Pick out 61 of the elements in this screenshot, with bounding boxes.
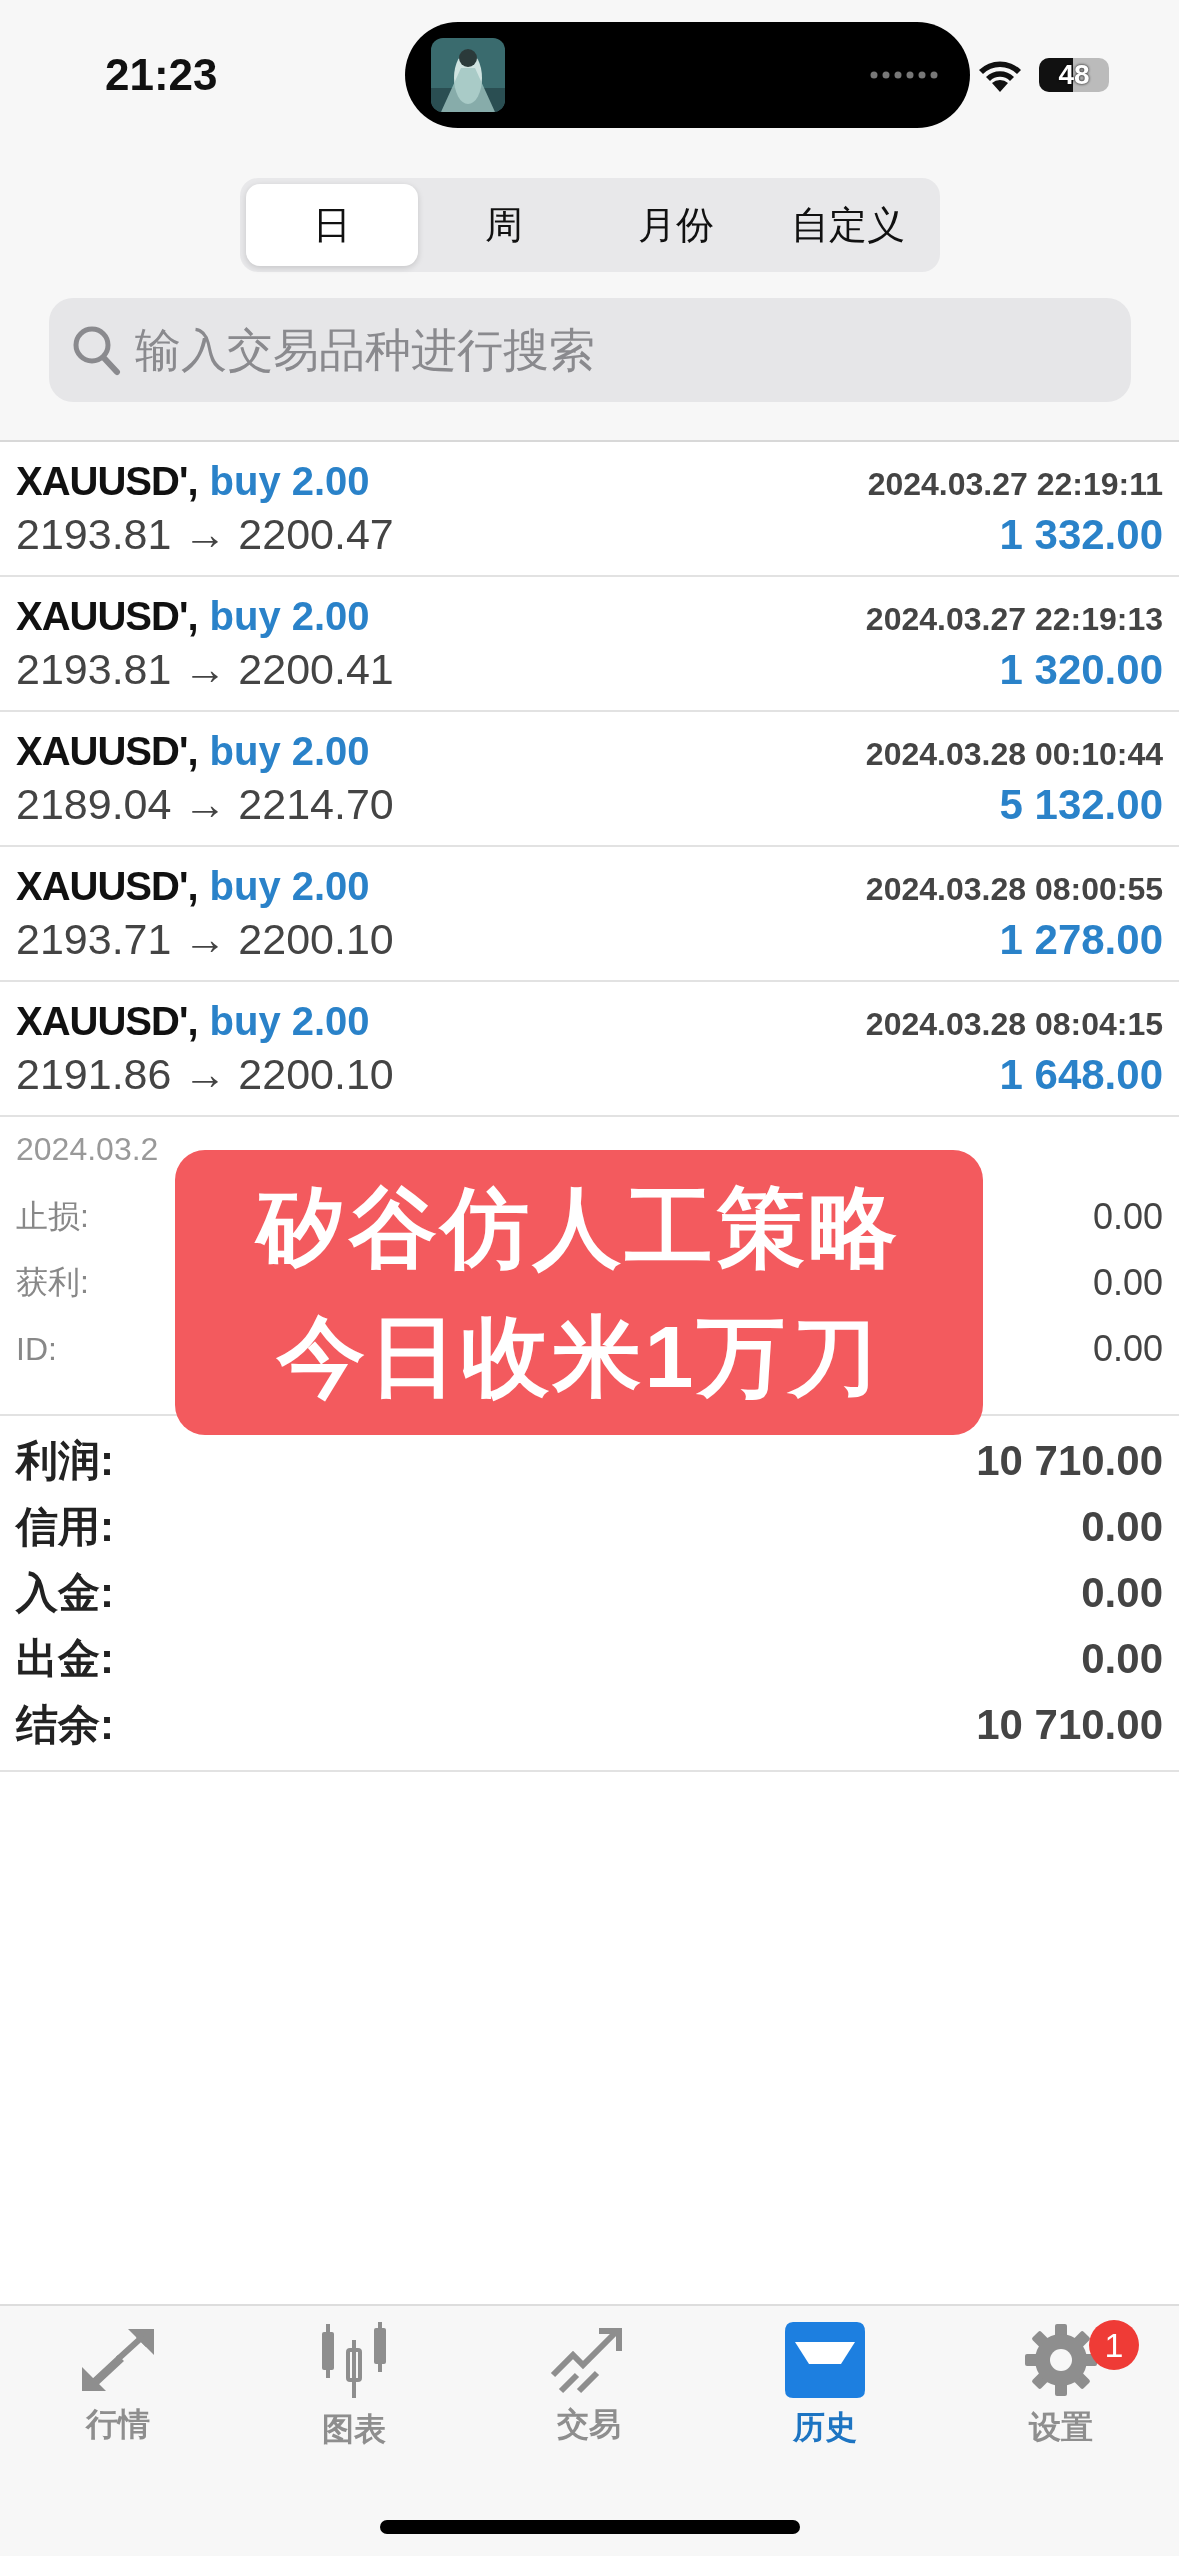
deal-prices: 2191.86 → 2200.10 xyxy=(16,1049,394,1099)
detail-value: 0.00 xyxy=(1092,1262,1163,1304)
deal-side: buy 2.00 xyxy=(209,458,370,504)
deal-symbol: XAUUSD', xyxy=(16,593,198,639)
summary-label: 出金: xyxy=(16,1634,114,1684)
deal-side: buy 2.00 xyxy=(209,728,370,774)
deal-time: 2024.03.28 08:00:55 xyxy=(865,870,1163,908)
detail-value: 0.00 xyxy=(1092,1328,1163,1370)
search-field[interactable]: 输入交易品种进行搜索 xyxy=(48,298,1131,402)
status-time: 21:23 xyxy=(105,50,219,100)
period-tab[interactable]: 月份 xyxy=(589,184,762,266)
deal-symbol: XAUUSD', xyxy=(16,998,198,1044)
deal-prices: 2193.81 → 2200.41 xyxy=(16,644,394,694)
deal-time: 2024.03.28 08:04:15 xyxy=(865,1005,1163,1043)
summary-label: 利润: xyxy=(16,1436,114,1486)
deal-profit: 1 332.00 xyxy=(999,510,1163,559)
summary-label: 结余: xyxy=(16,1700,114,1750)
detail-value: 0.00 xyxy=(1092,1196,1163,1238)
deal-row[interactable]: XAUUSD', buy 2.00 2024.03.28 00:10:44 2189.04 → 2214.70 5 132.00 xyxy=(0,712,1179,847)
summary-value: 0.00 xyxy=(1081,1635,1163,1683)
deal-profit: 5 132.00 xyxy=(999,780,1163,829)
deal-profit: 1 320.00 xyxy=(999,645,1163,694)
summary-value: 10 710.00 xyxy=(976,1701,1163,1749)
notification-badge: 1 xyxy=(1089,2320,1140,2370)
deal-row[interactable]: XAUUSD', buy 2.00 2024.03.27 22:19:13 2193.81 → 2200.41 1 320.00 xyxy=(0,577,1179,712)
deal-comment: 2024.03.2 xyxy=(16,1131,160,1168)
inbox-icon xyxy=(785,2322,866,2398)
summary-label: 信用: xyxy=(16,1502,114,1552)
deal-symbol: XAUUSD', xyxy=(16,863,198,909)
deal-side: buy 2.00 xyxy=(209,863,370,909)
period-tab[interactable]: 日 xyxy=(245,184,418,266)
deal-profit: 1 648.00 xyxy=(999,1050,1163,1099)
summary-value: 0.00 xyxy=(1081,1569,1163,1617)
deal-time: 2024.03.27 22:19:11 xyxy=(867,465,1163,503)
period-tab[interactable]: 自定义 xyxy=(761,184,934,266)
deal-row[interactable]: XAUUSD', buy 2.00 2024.03.27 22:19:11 2193.81 → 2200.47 1 332.00 xyxy=(0,442,1179,577)
period-tab[interactable]: 周 xyxy=(417,184,590,266)
summary-value: 10 710.00 xyxy=(976,1437,1163,1485)
deal-row[interactable]: XAUUSD', buy 2.00 2024.03.28 08:00:55 2193.71 → 2200.10 1 278.00 xyxy=(0,847,1179,982)
waveform-icon xyxy=(870,71,940,79)
deal-symbol: XAUUSD', xyxy=(16,728,198,774)
detail-label: 获利: xyxy=(16,1263,89,1302)
deal-side: buy 2.00 xyxy=(209,998,370,1044)
detail-label: ID: xyxy=(16,1330,57,1368)
wifi-icon xyxy=(977,58,1023,92)
settings-icon xyxy=(1023,2322,1100,2398)
summary-value: 0.00 xyxy=(1081,1503,1163,1551)
deal-prices: 2193.71 → 2200.10 xyxy=(16,914,394,964)
tab-bar-item[interactable]: 设置 1 xyxy=(943,2306,1179,2466)
deal-time: 2024.03.27 22:19:13 xyxy=(865,600,1163,638)
detail-label: 止损: xyxy=(16,1197,89,1236)
deal-prices: 2193.81 → 2200.47 xyxy=(16,509,394,559)
deal-profit: 1 278.00 xyxy=(999,915,1163,964)
deal-row[interactable]: XAUUSD', buy 2.00 2024.03.28 08:04:15 2191.86 → 2200.10 1 648.00 xyxy=(0,982,1179,1117)
deal-time: 2024.03.28 00:10:44 xyxy=(865,735,1163,773)
tab-bar-item[interactable]: 历史 xyxy=(707,2306,944,2466)
deal-symbol: XAUUSD', xyxy=(16,458,198,504)
summary-label: 入金: xyxy=(16,1568,114,1618)
deal-side: buy 2.00 xyxy=(209,593,370,639)
deal-prices: 2189.04 → 2214.70 xyxy=(16,779,394,829)
banner-text: 今日收米1万刀 xyxy=(276,1305,882,1408)
